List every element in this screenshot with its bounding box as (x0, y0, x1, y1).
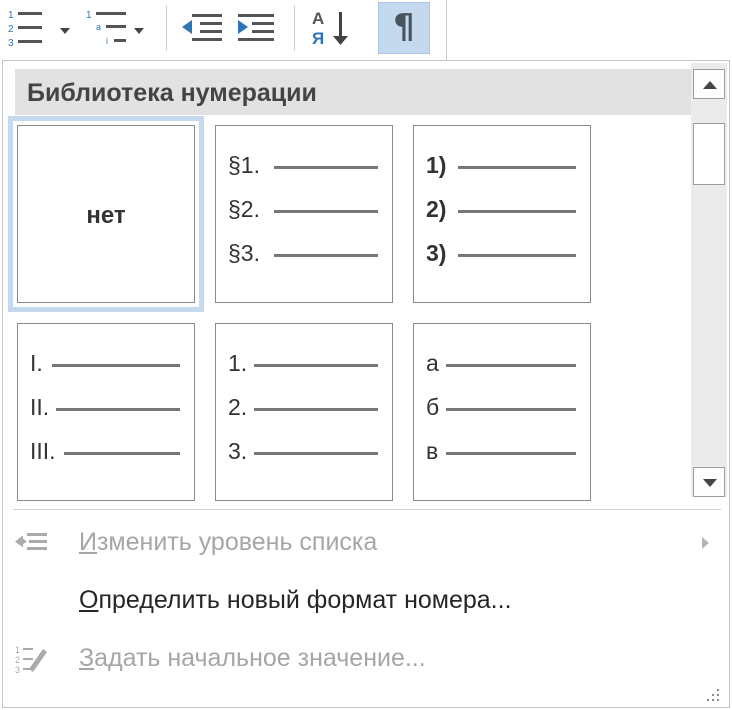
list-line: 3. (228, 438, 380, 468)
scroll-thumb[interactable] (693, 123, 725, 185)
library-header: Библиотека нумерации (15, 69, 691, 115)
library-header-text: Библиотека нумерации (27, 79, 317, 107)
numbering-dropdown: Библиотека нумерации нет §1. §2. §3. 1) … (2, 60, 730, 708)
arrow-down-icon (703, 479, 717, 487)
define-format-accesskey: О (79, 586, 99, 614)
svg-text:i: i (106, 36, 108, 46)
define-number-format-item[interactable]: Определить новый формат номера... (3, 573, 727, 627)
change-level-icon (15, 533, 47, 550)
numbering-gallery: нет §1. §2. §3. 1) 2) 3) I. II. III. 1. … (7, 115, 691, 501)
ribbon-toolbar: 1 2 3 1 a i А Я ¶ (0, 0, 732, 62)
list-line: 3) (426, 240, 578, 270)
list-line: 1) (426, 152, 578, 182)
numbering-decimal-tile[interactable]: 1. 2. 3. (215, 323, 393, 501)
none-label: нет (86, 202, 126, 229)
list-marker: 1) (426, 152, 447, 178)
show-formatting-button[interactable]: ¶ (378, 2, 430, 54)
svg-text:a: a (96, 22, 101, 32)
list-line: §1. (228, 152, 380, 182)
multilevel-list-icon: 1 a i (86, 10, 144, 46)
list-marker: 2. (228, 394, 248, 420)
svg-text:3: 3 (15, 665, 20, 673)
menu-divider (13, 509, 721, 510)
numbering-paren-tile[interactable]: 1) 2) 3) (413, 125, 591, 303)
scroll-down-button[interactable] (693, 467, 725, 497)
svg-text:2: 2 (15, 655, 20, 665)
numbering-button[interactable]: 1 2 3 (6, 4, 76, 52)
set-value-text: адать начальное значение... (94, 644, 426, 672)
numbering-none-tile[interactable]: нет (8, 116, 204, 312)
list-marker: 3. (228, 438, 248, 464)
list-marker: III. (30, 438, 56, 464)
list-marker: §3. (228, 240, 260, 266)
list-marker: 3) (426, 240, 447, 266)
svg-text:1: 1 (8, 10, 14, 21)
sort-icon: А Я (312, 9, 348, 48)
increase-indent-button[interactable] (232, 4, 282, 52)
define-number-format-label: Определить новый формат номера... (79, 586, 512, 615)
set-value-accesskey: З (79, 644, 95, 672)
pilcrow-icon: ¶ (393, 7, 415, 47)
list-marker: II. (30, 394, 50, 420)
resize-grip-icon[interactable] (707, 689, 721, 701)
change-list-level-label: Изменить уровень списка (79, 528, 377, 557)
svg-text:2: 2 (8, 24, 14, 35)
list-marker: 2) (426, 196, 447, 222)
submenu-arrow-icon (702, 537, 709, 549)
toolbar-separator (166, 6, 167, 50)
list-marker: б (426, 394, 440, 420)
toolbar-separator (446, 0, 447, 62)
list-line: а (426, 350, 578, 380)
arrow-up-icon (703, 81, 717, 89)
list-line: 1. (228, 350, 380, 380)
sort-button[interactable]: А Я (306, 4, 358, 52)
list-marker: I. (30, 350, 43, 376)
svg-text:1: 1 (86, 10, 92, 21)
numbering-roman-tile[interactable]: I. II. III. (17, 323, 195, 501)
numbering-section-tile[interactable]: §1. §2. §3. (215, 125, 393, 303)
svg-text:1: 1 (15, 645, 20, 655)
list-line: §2. (228, 196, 380, 226)
set-value-icon: 1 2 3 (15, 645, 47, 673)
list-line: §3. (228, 240, 380, 270)
list-line: 2) (426, 196, 578, 226)
svg-text:3: 3 (8, 38, 14, 49)
numbering-letter-tile[interactable]: а б в (413, 323, 591, 501)
list-marker: 1. (228, 350, 248, 376)
sort-glyph-top: А (312, 9, 324, 28)
list-line: I. (30, 350, 182, 380)
sort-glyph-bottom: Я (312, 29, 324, 48)
numbering-icon: 1 2 3 (8, 10, 70, 49)
decrease-indent-button[interactable] (178, 4, 228, 52)
define-format-text: пределить новый формат номера... (98, 586, 512, 614)
change-list-level-item[interactable]: Изменить уровень списка (3, 515, 727, 569)
set-numbering-value-label: Задать начальное значение... (79, 644, 426, 673)
list-line: б (426, 394, 578, 424)
list-marker: §2. (228, 196, 260, 222)
toolbar-separator (294, 6, 295, 50)
list-marker: а (426, 350, 439, 376)
multilevel-list-button[interactable]: 1 a i (82, 4, 152, 52)
list-line: II. (30, 394, 182, 424)
increase-indent-icon (238, 14, 274, 41)
change-level-text: зменить уровень списка (96, 528, 378, 556)
decrease-indent-icon (182, 14, 222, 41)
list-marker: §1. (228, 152, 260, 178)
list-line: в (426, 438, 578, 468)
list-line: 2. (228, 394, 380, 424)
gallery-scrollbar[interactable] (691, 63, 727, 497)
list-line: III. (30, 438, 182, 468)
scroll-up-button[interactable] (693, 69, 725, 99)
set-numbering-value-item[interactable]: 1 2 3 Задать начальное значение... (3, 631, 727, 685)
change-level-accesskey: И (79, 528, 97, 556)
list-marker: в (426, 438, 439, 464)
